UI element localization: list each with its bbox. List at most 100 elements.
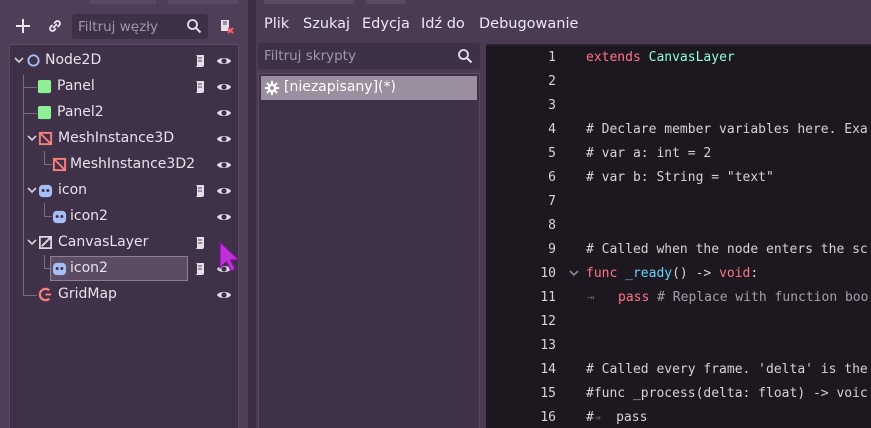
scene-filter-field[interactable] bbox=[72, 14, 208, 39]
fold-arrow-icon[interactable] bbox=[569, 268, 579, 278]
menu-file[interactable]: Plik bbox=[264, 16, 289, 32]
visibility-eye-icon[interactable] bbox=[216, 106, 232, 120]
instance-scene-button[interactable] bbox=[43, 14, 67, 38]
code-line: 4 # Declare member variables here. Exa bbox=[486, 118, 871, 142]
attach-script-button[interactable] bbox=[214, 14, 238, 38]
line-number: 2 bbox=[548, 74, 556, 89]
visibility-eye-icon[interactable] bbox=[216, 184, 232, 198]
tree-row-meshinstance3d2[interactable]: MeshInstance3D2 bbox=[10, 152, 238, 178]
visibility-eye-icon[interactable] bbox=[216, 158, 232, 172]
visibility-eye-icon[interactable] bbox=[216, 132, 232, 146]
script-icon[interactable] bbox=[192, 79, 208, 95]
visibility-eye-icon[interactable] bbox=[216, 80, 232, 94]
code-line: 12 bbox=[486, 310, 871, 334]
script-filter-input[interactable] bbox=[264, 43, 454, 69]
script-list-item[interactable]: [niezapisany](*) bbox=[261, 76, 477, 100]
search-icon bbox=[458, 49, 473, 64]
tree-row-label: icon2 bbox=[70, 260, 108, 276]
collapse-arrow-icon[interactable] bbox=[27, 237, 37, 247]
line-number: 4 bbox=[548, 122, 556, 137]
code-line: 8 bbox=[486, 214, 871, 238]
scene-filter-input[interactable] bbox=[78, 14, 184, 39]
visibility-eye-icon[interactable] bbox=[216, 54, 232, 68]
collapse-arrow-icon[interactable] bbox=[27, 185, 37, 195]
tree-row-icon2-selected[interactable]: icon2 bbox=[10, 256, 238, 282]
line-number: 7 bbox=[548, 194, 556, 209]
code-text: #⇥ pass bbox=[586, 410, 648, 425]
tree-row-label: MeshInstance3D2 bbox=[70, 156, 196, 172]
dock-split-handle[interactable] bbox=[248, 0, 256, 428]
tree-row-node2d[interactable]: Node2D bbox=[10, 48, 238, 74]
line-number: 8 bbox=[548, 218, 556, 233]
code-text: # var a: int = 2 bbox=[586, 146, 712, 161]
mouse-cursor-icon bbox=[219, 240, 240, 272]
code-line: 3 bbox=[486, 94, 871, 118]
collapse-arrow-icon[interactable] bbox=[27, 133, 37, 143]
tree-row-gridmap[interactable]: GridMap bbox=[10, 282, 238, 308]
script-icon[interactable] bbox=[192, 261, 208, 277]
line-number: 9 bbox=[548, 242, 556, 257]
dock-tab-stub[interactable] bbox=[168, 0, 238, 4]
code-line: 2 bbox=[486, 70, 871, 94]
editor-tab-stub[interactable] bbox=[264, 0, 354, 4]
line-number: 12 bbox=[540, 314, 556, 329]
script-filter-field[interactable] bbox=[258, 43, 480, 69]
editor-tab-strip bbox=[256, 0, 871, 4]
canvaslayer-icon bbox=[39, 236, 52, 249]
search-icon bbox=[187, 19, 202, 34]
code-line: 13 bbox=[486, 334, 871, 358]
scene-toolbar bbox=[0, 10, 248, 42]
add-node-button[interactable] bbox=[11, 14, 35, 38]
visibility-eye-icon[interactable] bbox=[216, 288, 232, 302]
panel-icon bbox=[37, 105, 52, 120]
tree-row-label: MeshInstance3D bbox=[58, 130, 175, 146]
panel-icon bbox=[37, 79, 52, 94]
gridmap-icon bbox=[38, 287, 52, 302]
script-list-panel: [niezapisany](*) bbox=[256, 40, 482, 428]
sprite2d-icon bbox=[52, 262, 67, 276]
code-text: # Called every frame. 'delta' is the bbox=[586, 362, 868, 377]
line-number: 3 bbox=[548, 98, 556, 113]
tree-row-label: Node2D bbox=[45, 52, 102, 68]
code-line: 16 #⇥ pass bbox=[486, 406, 871, 428]
tree-row-canvaslayer[interactable]: CanvasLayer bbox=[10, 230, 238, 256]
tree-row-panel2[interactable]: Panel2 bbox=[10, 100, 238, 126]
menu-edit[interactable]: Edycja bbox=[362, 16, 410, 32]
code-line: 15 #func _process(delta: float) -> voic bbox=[486, 382, 871, 406]
code-text: #func _process(delta: float) -> voic bbox=[586, 386, 868, 401]
visibility-eye-icon[interactable] bbox=[216, 210, 232, 224]
code-line: 11 ⇥ pass # Replace with function boo bbox=[486, 286, 871, 310]
code-text: # Declare member variables here. Exa bbox=[586, 122, 868, 137]
code-text: # var b: String = "text" bbox=[586, 170, 774, 185]
editor-tab-stub[interactable] bbox=[366, 0, 406, 4]
tree-row-meshinstance3d[interactable]: MeshInstance3D bbox=[10, 126, 238, 152]
gear-icon bbox=[264, 80, 280, 96]
tree-row-icon2[interactable]: icon2 bbox=[10, 204, 238, 230]
script-list: [niezapisany](*) bbox=[258, 73, 480, 428]
code-line: 5 # var a: int = 2 bbox=[486, 142, 871, 166]
script-icon[interactable] bbox=[192, 183, 208, 199]
line-number: 1 bbox=[548, 50, 556, 65]
script-icon[interactable] bbox=[192, 235, 208, 251]
line-number: 6 bbox=[548, 170, 556, 185]
tree-row-label: Panel2 bbox=[57, 104, 104, 120]
dock-tab-stub[interactable] bbox=[90, 0, 156, 4]
code-line: 10 func _ready() -> void: bbox=[486, 262, 871, 286]
script-icon[interactable] bbox=[192, 53, 208, 69]
code-editor[interactable]: 1 extends CanvasLayer 2 3 4 # Declare me… bbox=[486, 44, 871, 428]
tree-row-label: icon2 bbox=[70, 208, 108, 224]
code-text: # Called when the node enters the sc bbox=[586, 242, 868, 257]
menu-search[interactable]: Szukaj bbox=[303, 16, 350, 32]
tree-row-icon[interactable]: icon bbox=[10, 178, 238, 204]
tree-row-label: GridMap bbox=[58, 286, 117, 302]
menu-debug[interactable]: Debugowanie bbox=[479, 16, 578, 32]
line-number: 10 bbox=[540, 266, 556, 281]
sprite2d-icon bbox=[52, 210, 67, 224]
code-text: extends CanvasLayer bbox=[586, 50, 735, 65]
sprite2d-icon bbox=[38, 184, 53, 198]
code-line: 1 extends CanvasLayer bbox=[486, 46, 871, 70]
tree-row-panel[interactable]: Panel bbox=[10, 74, 238, 100]
collapse-arrow-icon[interactable] bbox=[14, 55, 24, 65]
menu-goto[interactable]: Idź do bbox=[421, 16, 465, 32]
tab-indent-marker: ⇥ bbox=[587, 290, 595, 304]
